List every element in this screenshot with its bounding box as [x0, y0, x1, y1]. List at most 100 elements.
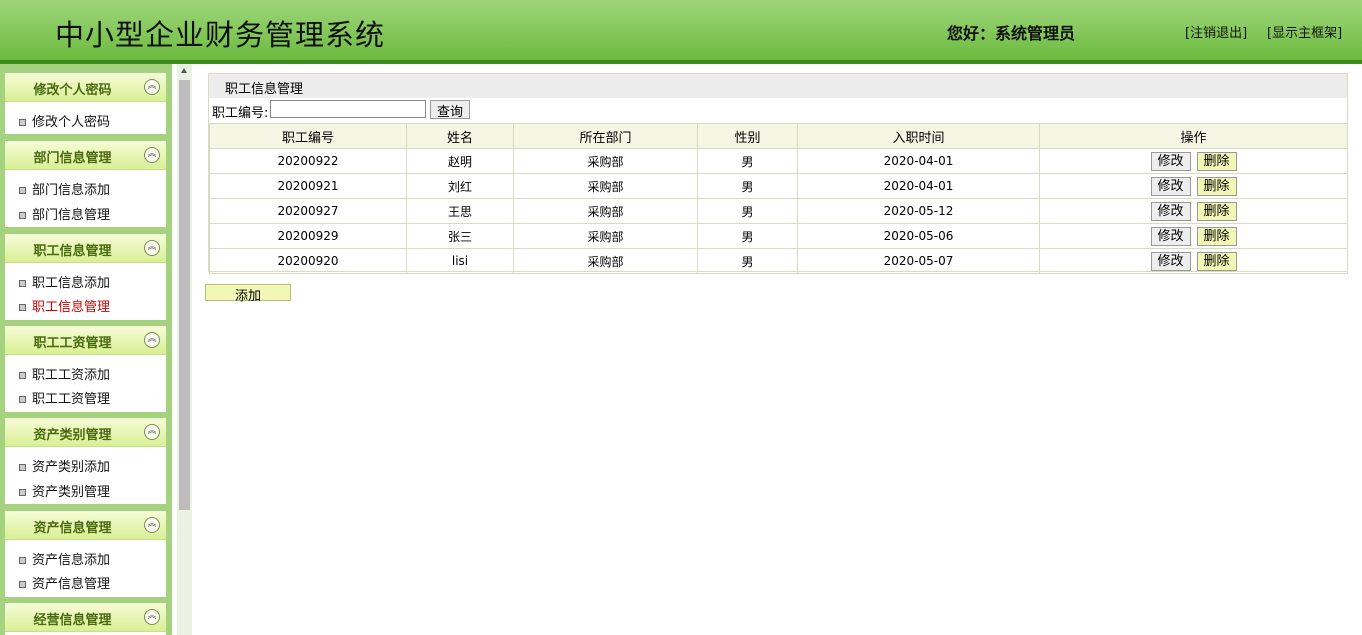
cell-employee-id: 20200921	[209, 173, 407, 199]
menu-item-label: 资产信息添加	[32, 553, 111, 568]
employee-table: 职工编号 姓名 所在部门 性别 入职时间 操作 20200922 赵明 采购部 …	[209, 123, 1348, 274]
panel-header[interactable]: 经营信息管理 ︽	[5, 603, 166, 632]
table-row: 20200927 王思 采购部 男 2020-05-12 修改 删除	[209, 198, 1348, 224]
collapse-icon[interactable]: ︽	[144, 517, 160, 533]
cell-department: 采购部	[513, 173, 698, 199]
collapse-icon[interactable]: ︽	[144, 240, 160, 256]
sidebar-item-employee-manage[interactable]: 职工信息管理	[19, 296, 110, 315]
panel-header[interactable]: 职工信息管理 ︽	[5, 234, 166, 263]
bullet-icon	[19, 557, 26, 564]
edit-button[interactable]: 修改	[1150, 251, 1191, 271]
delete-button[interactable]: 删除	[1196, 176, 1237, 196]
panel-asset-info: 资产信息管理 ︽ 资产信息添加 资产信息管理	[5, 511, 166, 597]
panel-asset-category: 资产类别管理 ︽ 资产类别添加 资产类别管理	[5, 418, 166, 504]
bullet-icon	[19, 212, 26, 219]
collapse-icon[interactable]: ︽	[144, 147, 160, 163]
sidebar-item-asset-info-manage[interactable]: 资产信息管理	[19, 573, 110, 592]
panel-header[interactable]: 职工工资管理 ︽	[5, 326, 166, 355]
panel-title: 经营信息管理	[33, 613, 112, 628]
edit-button[interactable]: 修改	[1150, 226, 1191, 246]
cell-name: lisi	[406, 248, 514, 274]
logout-link[interactable]: [注销退出]	[1185, 22, 1247, 41]
panel-title: 修改个人密码	[33, 83, 112, 98]
panel-header[interactable]: 部门信息管理 ︽	[5, 141, 166, 170]
panel-header[interactable]: 资产类别管理 ︽	[5, 418, 166, 447]
cell-department: 采购部	[513, 248, 698, 274]
panel-password: 修改个人密码 ︽ 修改个人密码	[5, 73, 166, 134]
panel-title: 职工工资管理	[33, 336, 112, 351]
bullet-icon	[19, 280, 26, 287]
bullet-icon	[19, 464, 26, 471]
bullet-icon	[19, 581, 26, 588]
panel-header[interactable]: 修改个人密码 ︽	[5, 73, 166, 102]
menu-item-label: 修改个人密码	[32, 115, 111, 130]
cell-name: 赵明	[406, 148, 514, 174]
edit-button[interactable]: 修改	[1150, 151, 1191, 171]
main-content: 职工信息管理 职工编号: 查询 职工编号 姓名 所在部门 性别 入职时间 操作	[192, 64, 1362, 635]
delete-button[interactable]: 删除	[1196, 251, 1237, 271]
column-header: 入职时间	[797, 123, 1040, 149]
sidebar-item-change-password[interactable]: 修改个人密码	[19, 111, 110, 130]
app-title: 中小型企业财务管理系统	[55, 18, 386, 52]
sidebar-item-salary-add[interactable]: 职工工资添加	[19, 364, 110, 383]
edit-button[interactable]: 修改	[1150, 176, 1191, 196]
bullet-icon	[19, 187, 26, 194]
sidebar-item-asset-info-add[interactable]: 资产信息添加	[19, 549, 110, 568]
cell-hire-date: 2020-05-06	[797, 223, 1040, 249]
cell-department: 采购部	[513, 198, 698, 224]
menu-item-label: 资产类别管理	[32, 485, 111, 500]
cell-hire-date: 2020-05-07	[797, 248, 1040, 274]
cell-actions: 修改 删除	[1039, 173, 1348, 199]
edit-button[interactable]: 修改	[1150, 201, 1191, 221]
sidebar-item-employee-add[interactable]: 职工信息添加	[19, 272, 110, 291]
panel-header[interactable]: 资产信息管理 ︽	[5, 511, 166, 540]
sidebar-item-asset-category-manage[interactable]: 资产类别管理	[19, 481, 110, 500]
panel-title: 职工信息管理	[225, 82, 304, 97]
scrollbar-thumb[interactable]	[179, 80, 190, 510]
menu-item-label: 职工工资管理	[32, 392, 111, 407]
panel-title: 职工信息管理	[33, 244, 112, 259]
sidebar-scrollbar[interactable]	[177, 64, 192, 635]
collapse-icon[interactable]: ︽	[144, 79, 160, 95]
column-header: 所在部门	[513, 123, 698, 149]
cell-gender: 男	[697, 223, 798, 249]
scroll-up-icon[interactable]	[181, 68, 187, 73]
sidebar-item-department-manage[interactable]: 部门信息管理	[19, 204, 110, 223]
add-employee-button[interactable]: 添加	[205, 284, 291, 304]
menu-item-label: 资产类别添加	[32, 460, 111, 475]
show-main-frame-link[interactable]: [显示主框架]	[1267, 22, 1342, 41]
employee-id-search-input[interactable]	[270, 100, 426, 118]
collapse-icon[interactable]: ︽	[144, 332, 160, 348]
cell-employee-id: 20200929	[209, 223, 407, 249]
cell-actions: 修改 删除	[1039, 223, 1348, 249]
collapse-icon[interactable]: ︽	[144, 424, 160, 440]
cell-actions: 修改 删除	[1039, 248, 1348, 274]
sidebar-item-salary-manage[interactable]: 职工工资管理	[19, 388, 110, 407]
sidebar-item-department-add[interactable]: 部门信息添加	[19, 179, 110, 198]
bullet-icon	[19, 372, 26, 379]
panel-department: 部门信息管理 ︽ 部门信息添加 部门信息管理	[5, 141, 166, 227]
delete-button[interactable]: 删除	[1196, 226, 1237, 246]
delete-button[interactable]: 删除	[1196, 151, 1237, 171]
cell-employee-id: 20200927	[209, 198, 407, 224]
panel-header: 职工信息管理	[209, 74, 1347, 98]
bullet-icon	[19, 489, 26, 496]
table-row: 20200922 赵明 采购部 男 2020-04-01 修改 删除	[209, 148, 1348, 174]
menu-item-label: 部门信息管理	[32, 208, 111, 223]
search-button[interactable]: 查询	[430, 100, 470, 120]
panel-business: 经营信息管理 ︽	[5, 603, 166, 635]
cell-name: 王思	[406, 198, 514, 224]
delete-button[interactable]: 删除	[1196, 201, 1237, 221]
panel-salary: 职工工资管理 ︽ 职工工资添加 职工工资管理	[5, 326, 166, 412]
cell-name: 张三	[406, 223, 514, 249]
bullet-icon	[19, 119, 26, 126]
sidebar: 修改个人密码 ︽ 修改个人密码 部门信息管理 ︽ 部门信息添加 部门信息管理 职…	[0, 64, 172, 635]
user-greeting: 您好：系统管理员	[947, 24, 1076, 43]
panel-title: 资产类别管理	[33, 428, 112, 443]
cell-gender: 男	[697, 148, 798, 174]
sidebar-item-asset-category-add[interactable]: 资产类别添加	[19, 456, 110, 475]
column-header: 性别	[697, 123, 798, 149]
collapse-icon[interactable]: ︽	[144, 609, 160, 625]
cell-actions: 修改 删除	[1039, 148, 1348, 174]
menu-item-label: 职工信息管理	[32, 300, 111, 315]
